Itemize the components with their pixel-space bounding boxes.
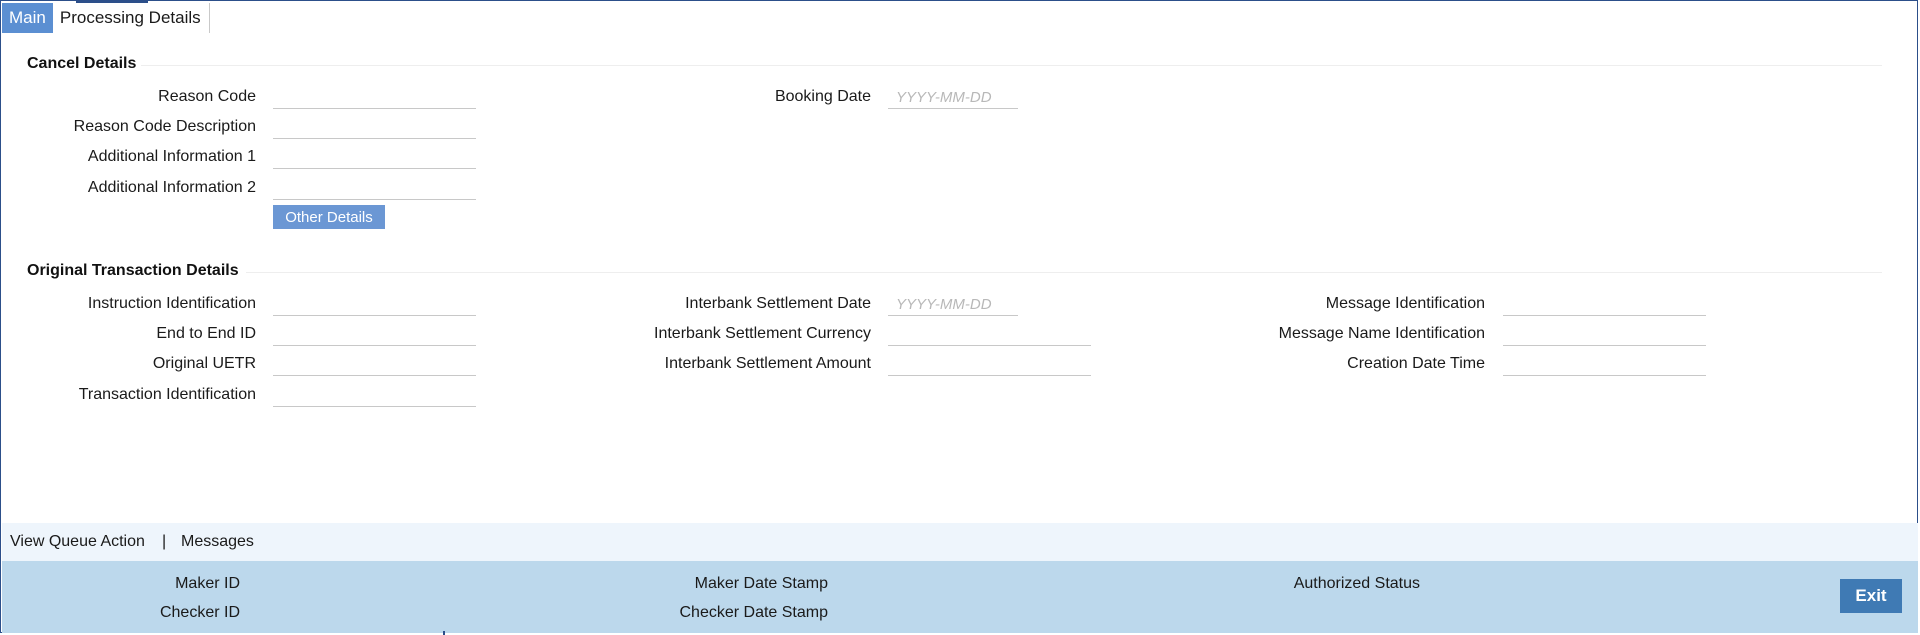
link-separator: |	[162, 533, 167, 550]
original-uetr-label: Original UETR	[152, 355, 256, 372]
additional-information-2-input[interactable]	[273, 178, 476, 200]
instruction-identification-input[interactable]	[273, 294, 476, 316]
message-identification-label: Message Identification	[1325, 295, 1485, 312]
section-title-cancel-details: Cancel Details	[27, 55, 137, 72]
interbank-settlement-date-label: Interbank Settlement Date	[685, 295, 871, 312]
booking-date-label: Booking Date	[774, 88, 871, 105]
bottom-accent-stub	[443, 631, 445, 635]
interbank-settlement-amount-input[interactable]	[888, 354, 1091, 376]
transaction-identification-label: Transaction Identification	[78, 386, 256, 403]
reason-code-label: Reason Code	[158, 88, 256, 105]
creation-date-time-input[interactable]	[1503, 354, 1706, 376]
interbank-settlement-currency-label: Interbank Settlement Currency	[654, 325, 871, 342]
additional-information-1-input[interactable]	[273, 147, 476, 169]
view-queue-action-link[interactable]: View Queue Action	[10, 533, 145, 551]
maker-date-stamp-label: Maker Date Stamp	[694, 575, 828, 592]
tab-processing-details[interactable]: Processing Details	[53, 3, 210, 33]
creation-date-time-label: Creation Date Time	[1347, 355, 1485, 372]
tab-main[interactable]: Main	[2, 3, 53, 33]
original-uetr-input[interactable]	[273, 354, 476, 376]
message-name-identification-label: Message Name Identification	[1278, 325, 1485, 342]
reason-code-input[interactable]	[273, 87, 476, 109]
additional-information-1-label: Additional Information 1	[87, 148, 256, 165]
audit-bar: Maker ID Checker ID Maker Date Stamp Che…	[2, 561, 1918, 633]
message-name-identification-input[interactable]	[1503, 324, 1706, 346]
interbank-settlement-currency-input[interactable]	[888, 324, 1091, 346]
reason-code-description-input[interactable]	[273, 117, 476, 139]
end-to-end-id-input[interactable]	[273, 324, 476, 346]
checker-date-stamp-label: Checker Date Stamp	[679, 604, 828, 621]
end-to-end-id-label: End to End ID	[156, 325, 256, 342]
section-title-original-transaction-details: Original Transaction Details	[27, 262, 239, 279]
exit-button[interactable]: Exit	[1840, 579, 1902, 613]
checker-id-label: Checker ID	[159, 604, 240, 621]
message-identification-input[interactable]	[1503, 294, 1706, 316]
interbank-settlement-amount-label: Interbank Settlement Amount	[664, 355, 871, 372]
section-divider	[141, 65, 1882, 66]
section-divider	[246, 272, 1882, 273]
transaction-identification-input[interactable]	[273, 385, 476, 407]
other-details-button[interactable]: Other Details	[273, 205, 385, 229]
additional-information-2-label: Additional Information 2	[87, 179, 256, 196]
maker-id-label: Maker ID	[175, 575, 240, 592]
reason-code-description-label: Reason Code Description	[73, 118, 256, 135]
booking-date-input[interactable]	[888, 87, 1018, 109]
interbank-settlement-date-input[interactable]	[888, 294, 1018, 316]
messages-link[interactable]: Messages	[181, 533, 254, 551]
instruction-identification-label: Instruction Identification	[87, 295, 256, 312]
form-window: Main Processing Details Cancel Details R…	[0, 0, 1918, 633]
footer-links-bar: View Queue Action | Messages	[2, 523, 1918, 561]
tab-bar: Main Processing Details	[2, 3, 210, 33]
authorized-status-label: Authorized Status	[1293, 575, 1420, 592]
